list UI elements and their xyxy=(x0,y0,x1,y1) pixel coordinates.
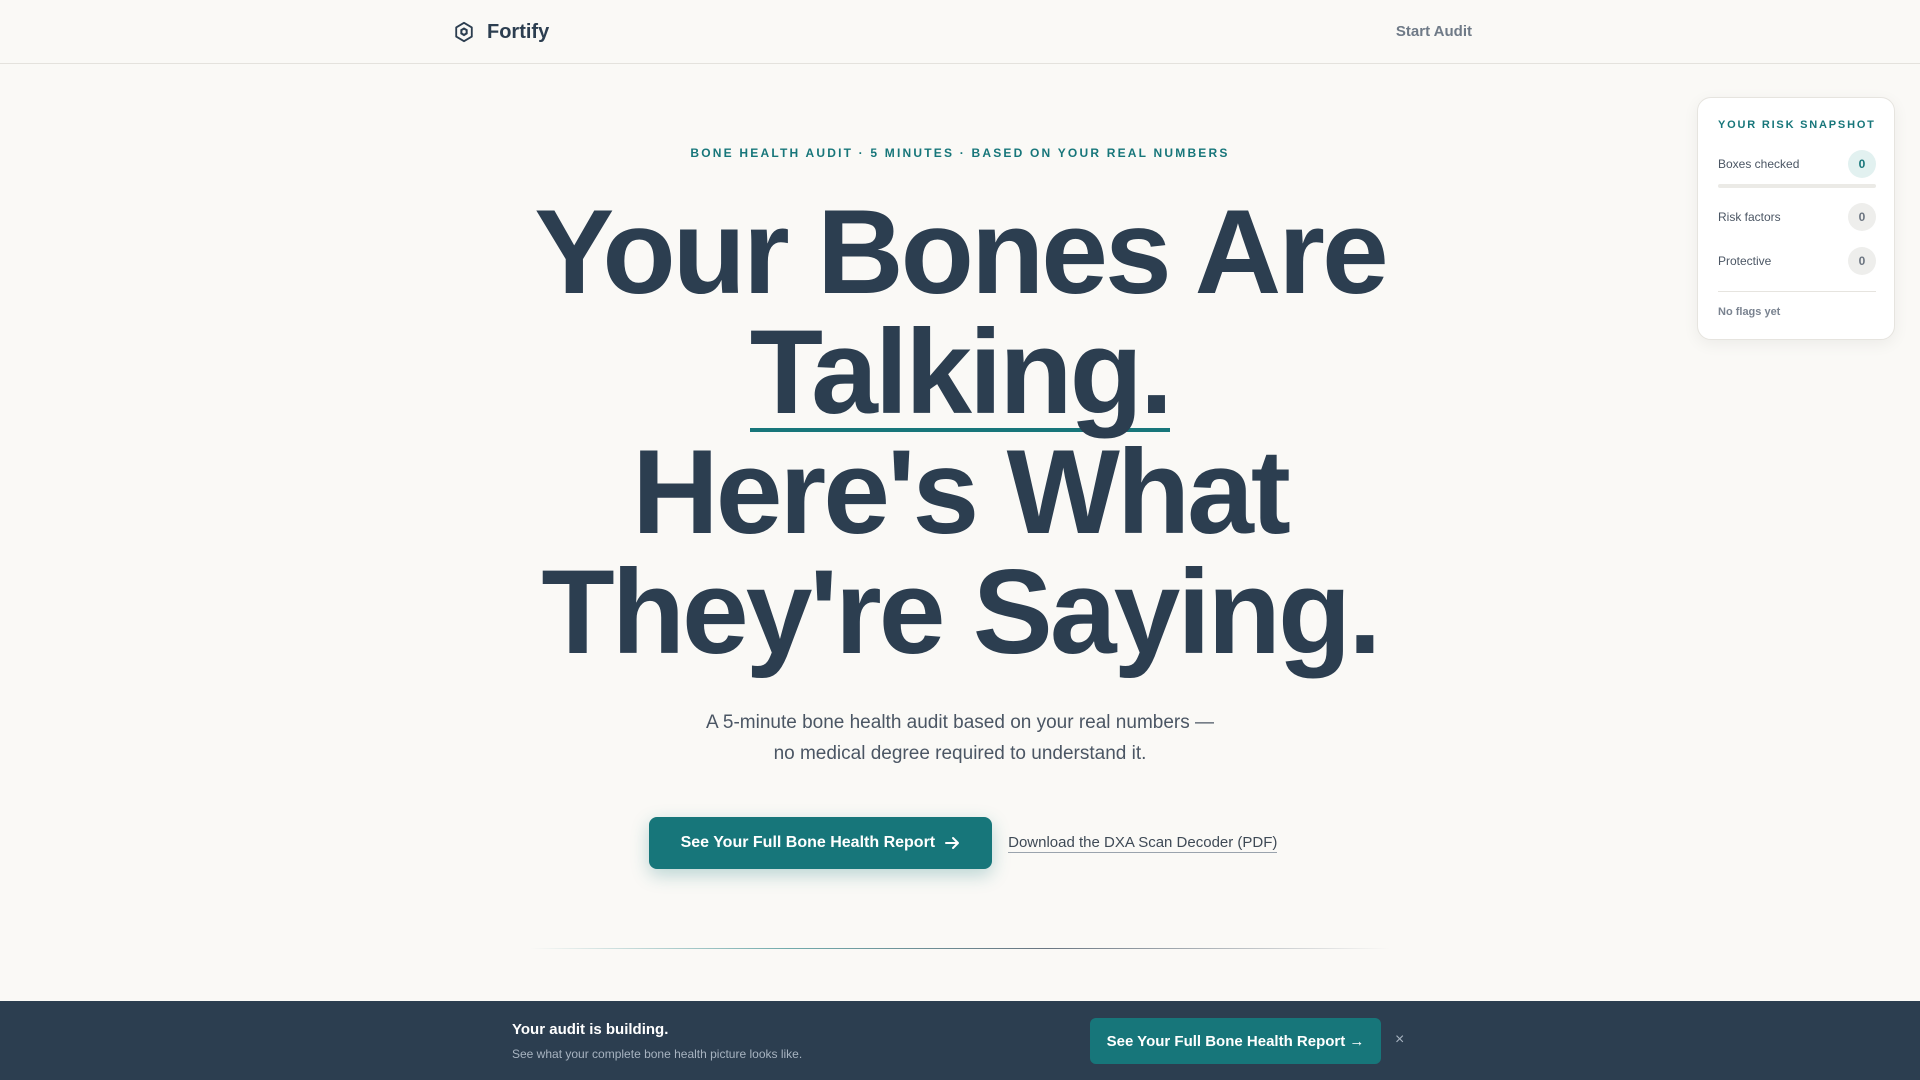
sticky-bottom-bar: Your audit is building. See what your co… xyxy=(0,1001,1920,1080)
site-header: Fortify Start Audit xyxy=(0,0,1920,64)
subtext-line-2: no medical degree required to understand… xyxy=(773,743,1147,764)
boxes-checked-progress-bar xyxy=(1718,184,1876,188)
section-divider xyxy=(530,948,1390,949)
bottom-bar-title: Your audit is building. xyxy=(512,1021,669,1038)
risk-row-label: Boxes checked xyxy=(1718,157,1800,171)
brand-name: Fortify xyxy=(487,20,550,43)
brand[interactable]: Fortify xyxy=(453,20,549,44)
headline-underlined-word: Talking. xyxy=(749,305,1173,439)
risk-row-count: 0 xyxy=(1848,203,1876,231)
risk-row-risk-factors: Risk factors 0 xyxy=(1718,203,1876,231)
headline-line-3: Here's What xyxy=(632,425,1291,559)
risk-row-count: 0 xyxy=(1848,247,1876,275)
arrow-right-icon xyxy=(945,837,960,849)
risk-snapshot-card: YOUR RISK SNAPSHOT Boxes checked 0 Risk … xyxy=(1697,97,1895,340)
bottom-full-report-button[interactable]: See Your Full Bone Health Report → xyxy=(1090,1018,1381,1064)
bottom-bar-subtitle: See what your complete bone health pictu… xyxy=(512,1047,803,1061)
full-report-button[interactable]: See Your Full Bone Health Report xyxy=(648,817,993,869)
headline-line-2-wrap: Talking. xyxy=(0,312,1920,432)
hero-headline: Your Bones Are Talking. Here's What They… xyxy=(0,192,1920,672)
hero-subtext: A 5-minute bone health audit based on yo… xyxy=(0,707,1920,769)
risk-row-label: Protective xyxy=(1718,254,1772,268)
risk-row-protective: Protective 0 xyxy=(1718,247,1876,275)
risk-row-count: 0 xyxy=(1848,150,1876,178)
dxa-decoder-download-link[interactable]: Download the DXA Scan Decoder (PDF) xyxy=(1008,834,1278,853)
risk-card-divider xyxy=(1718,291,1876,292)
hero-eyebrow: BONE HEALTH AUDIT · 5 MINUTES · BASED ON… xyxy=(690,146,1230,160)
start-audit-link[interactable]: Start Audit xyxy=(1396,23,1472,40)
hexagon-shield-icon xyxy=(455,21,473,43)
risk-flags-status: No flags yet xyxy=(1718,306,1781,318)
subtext-line-1: A 5-minute bone health audit based on yo… xyxy=(705,712,1215,733)
risk-row-label: Risk factors xyxy=(1718,210,1781,224)
risk-row-boxes-checked: Boxes checked 0 xyxy=(1718,150,1876,178)
headline-line-4: They're Saying. xyxy=(541,545,1381,679)
close-icon[interactable]: × xyxy=(1395,1031,1404,1049)
full-report-button-label: See Your Full Bone Health Report xyxy=(680,834,936,851)
headline-line-1: Your Bones Are xyxy=(534,185,1389,319)
hero-cta-row: See Your Full Bone Health Report Downloa… xyxy=(0,817,1920,869)
risk-snapshot-title: YOUR RISK SNAPSHOT xyxy=(1718,119,1876,131)
